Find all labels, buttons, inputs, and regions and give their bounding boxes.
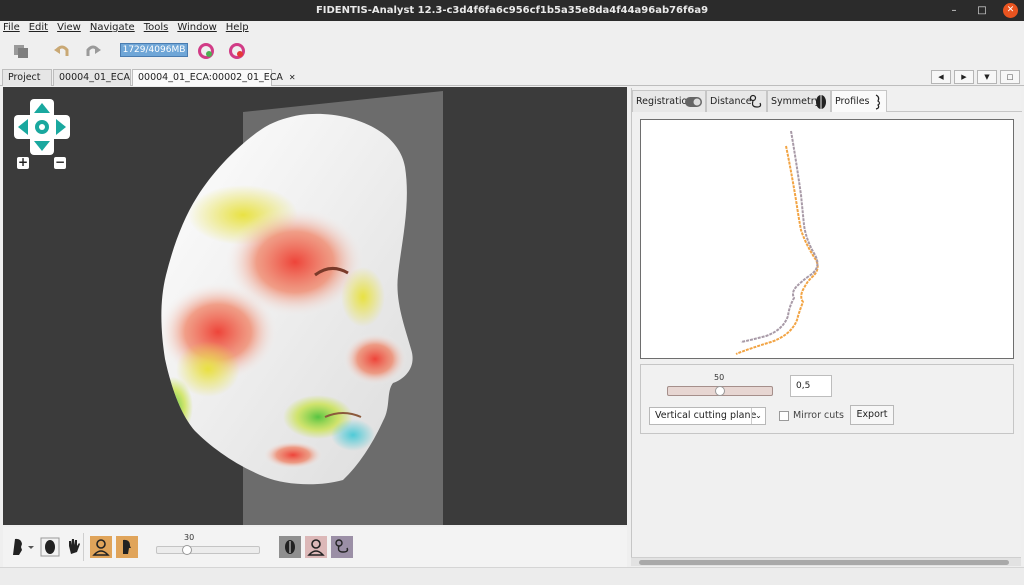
tab-project[interactable]: Project [2, 69, 52, 86]
remove-face-icon[interactable] [228, 42, 246, 60]
registration-toggle-icon [685, 97, 702, 107]
tab-face[interactable]: 00004_01_ECA✕ [53, 69, 143, 86]
cutting-plane-select[interactable]: Vertical cutting plane ⌄ [649, 407, 766, 425]
export-button[interactable]: Export [850, 405, 894, 425]
primary-profile-curve [740, 130, 819, 343]
mirror-cuts-checkbox[interactable] [779, 411, 789, 421]
profiles-icon [875, 94, 881, 110]
cut-position-value: 50 [714, 373, 725, 382]
scale-input[interactable]: 0,5 [790, 375, 832, 397]
primary-face-icon[interactable] [90, 536, 112, 558]
tab-menu-icon[interactable]: ▼ [977, 70, 997, 84]
cutting-plane-value: Vertical cutting plane [655, 410, 757, 421]
secondary-face-icon[interactable] [116, 536, 138, 558]
distance-face-icon[interactable] [331, 536, 353, 558]
tab-profiles[interactable]: Profiles [831, 90, 887, 112]
tab-next-icon[interactable]: ▶ [954, 70, 974, 84]
main-toolbar: 1729/4096MB [0, 38, 1024, 64]
user-face-icon[interactable] [305, 536, 327, 558]
minimize-icon[interactable]: – [947, 0, 961, 21]
face-scene[interactable] [3, 87, 627, 525]
menu-view[interactable]: View [57, 21, 81, 35]
menu-navigate[interactable]: Navigate [90, 21, 135, 35]
cut-position-knob[interactable] [715, 386, 725, 396]
tab-label: Profiles [835, 96, 870, 107]
save-all-icon[interactable] [12, 42, 30, 60]
symmetry-face-icon[interactable] [279, 536, 301, 558]
tab-symmetry[interactable]: Symmetry [767, 90, 831, 112]
menu-edit[interactable]: Edit [29, 21, 48, 35]
tab-face-pair[interactable]: 00004_01_ECA:00002_01_ECA ✕ [132, 69, 296, 86]
menu-help[interactable]: Help [226, 21, 249, 35]
menu-tools[interactable]: Tools [144, 21, 169, 35]
tab-label: 00004_01_ECA:00002_01_ECA [138, 72, 283, 83]
maximize-icon[interactable]: □ [975, 0, 989, 21]
toolbar-divider [83, 533, 84, 561]
hand-icon[interactable] [63, 536, 85, 558]
opacity-slider[interactable] [156, 546, 260, 554]
chevron-down-icon[interactable]: ⌄ [751, 408, 765, 424]
zoom-in-icon[interactable]: + [17, 156, 29, 169]
tab-restore-icon[interactable]: □ [1000, 70, 1020, 84]
3d-viewport[interactable]: + − [3, 87, 627, 525]
window-controls: – □ ✕ [947, 0, 1018, 21]
menu-bar: File Edit View Navigate Tools Window Hel… [0, 21, 1024, 35]
analysis-panel: Registration Distance Symmetry Profiles … [631, 88, 1022, 566]
tab-label: Distance [710, 96, 752, 107]
distance-icon [749, 94, 762, 108]
window-title: FIDENTIS-Analyst 12.3-c3d4f6fa6c956cf1b5… [315, 5, 709, 16]
profile-curves-plot [735, 130, 819, 355]
analysis-tabs: Registration Distance Symmetry Profiles [632, 88, 1022, 112]
tab-registration[interactable]: Registration [632, 90, 706, 112]
tab-label: 00004_01_ECA [59, 72, 130, 83]
tab-label: Project [8, 72, 41, 83]
tab-distance[interactable]: Distance [706, 90, 767, 112]
scrollbar-thumb[interactable] [639, 560, 1009, 565]
profile-controls: 50 0,5 Vertical cutting plane ⌄ Mirror c… [640, 364, 1014, 434]
panel-horizontal-scrollbar[interactable] [631, 557, 1021, 566]
profile-curves-canvas[interactable] [640, 119, 1014, 359]
secondary-profile-curve [735, 145, 819, 355]
redo-icon[interactable] [84, 42, 102, 60]
menu-file[interactable]: File [3, 21, 20, 35]
window-titlebar: FIDENTIS-Analyst 12.3-c3d4f6fa6c956cf1b5… [0, 0, 1024, 21]
face-outline-icon[interactable] [39, 536, 61, 558]
viewport-bottom-bar: 30 [3, 527, 627, 567]
menu-window[interactable]: Window [177, 21, 216, 35]
tab-prev-icon[interactable]: ◀ [931, 70, 951, 84]
close-icon[interactable]: ✕ [1003, 3, 1018, 18]
profile-mode-icon[interactable] [9, 536, 35, 558]
memory-indicator[interactable]: 1729/4096MB [120, 43, 188, 57]
zoom-out-icon[interactable]: − [54, 156, 66, 169]
undo-icon[interactable] [53, 42, 71, 60]
add-face-icon[interactable] [197, 42, 215, 60]
close-icon[interactable]: ✕ [289, 73, 296, 82]
tab-navigation: ◀ ▶ ▼ □ [931, 70, 1020, 84]
opacity-slider-value: 30 [184, 533, 195, 542]
symmetry-icon [816, 95, 826, 109]
document-tabs: Project 00004_01_ECA✕ 00004_01_ECA:00002… [0, 68, 1024, 86]
mirror-cuts-label: Mirror cuts [793, 410, 844, 421]
status-bar [0, 567, 1024, 585]
tab-label: Symmetry [771, 96, 821, 107]
